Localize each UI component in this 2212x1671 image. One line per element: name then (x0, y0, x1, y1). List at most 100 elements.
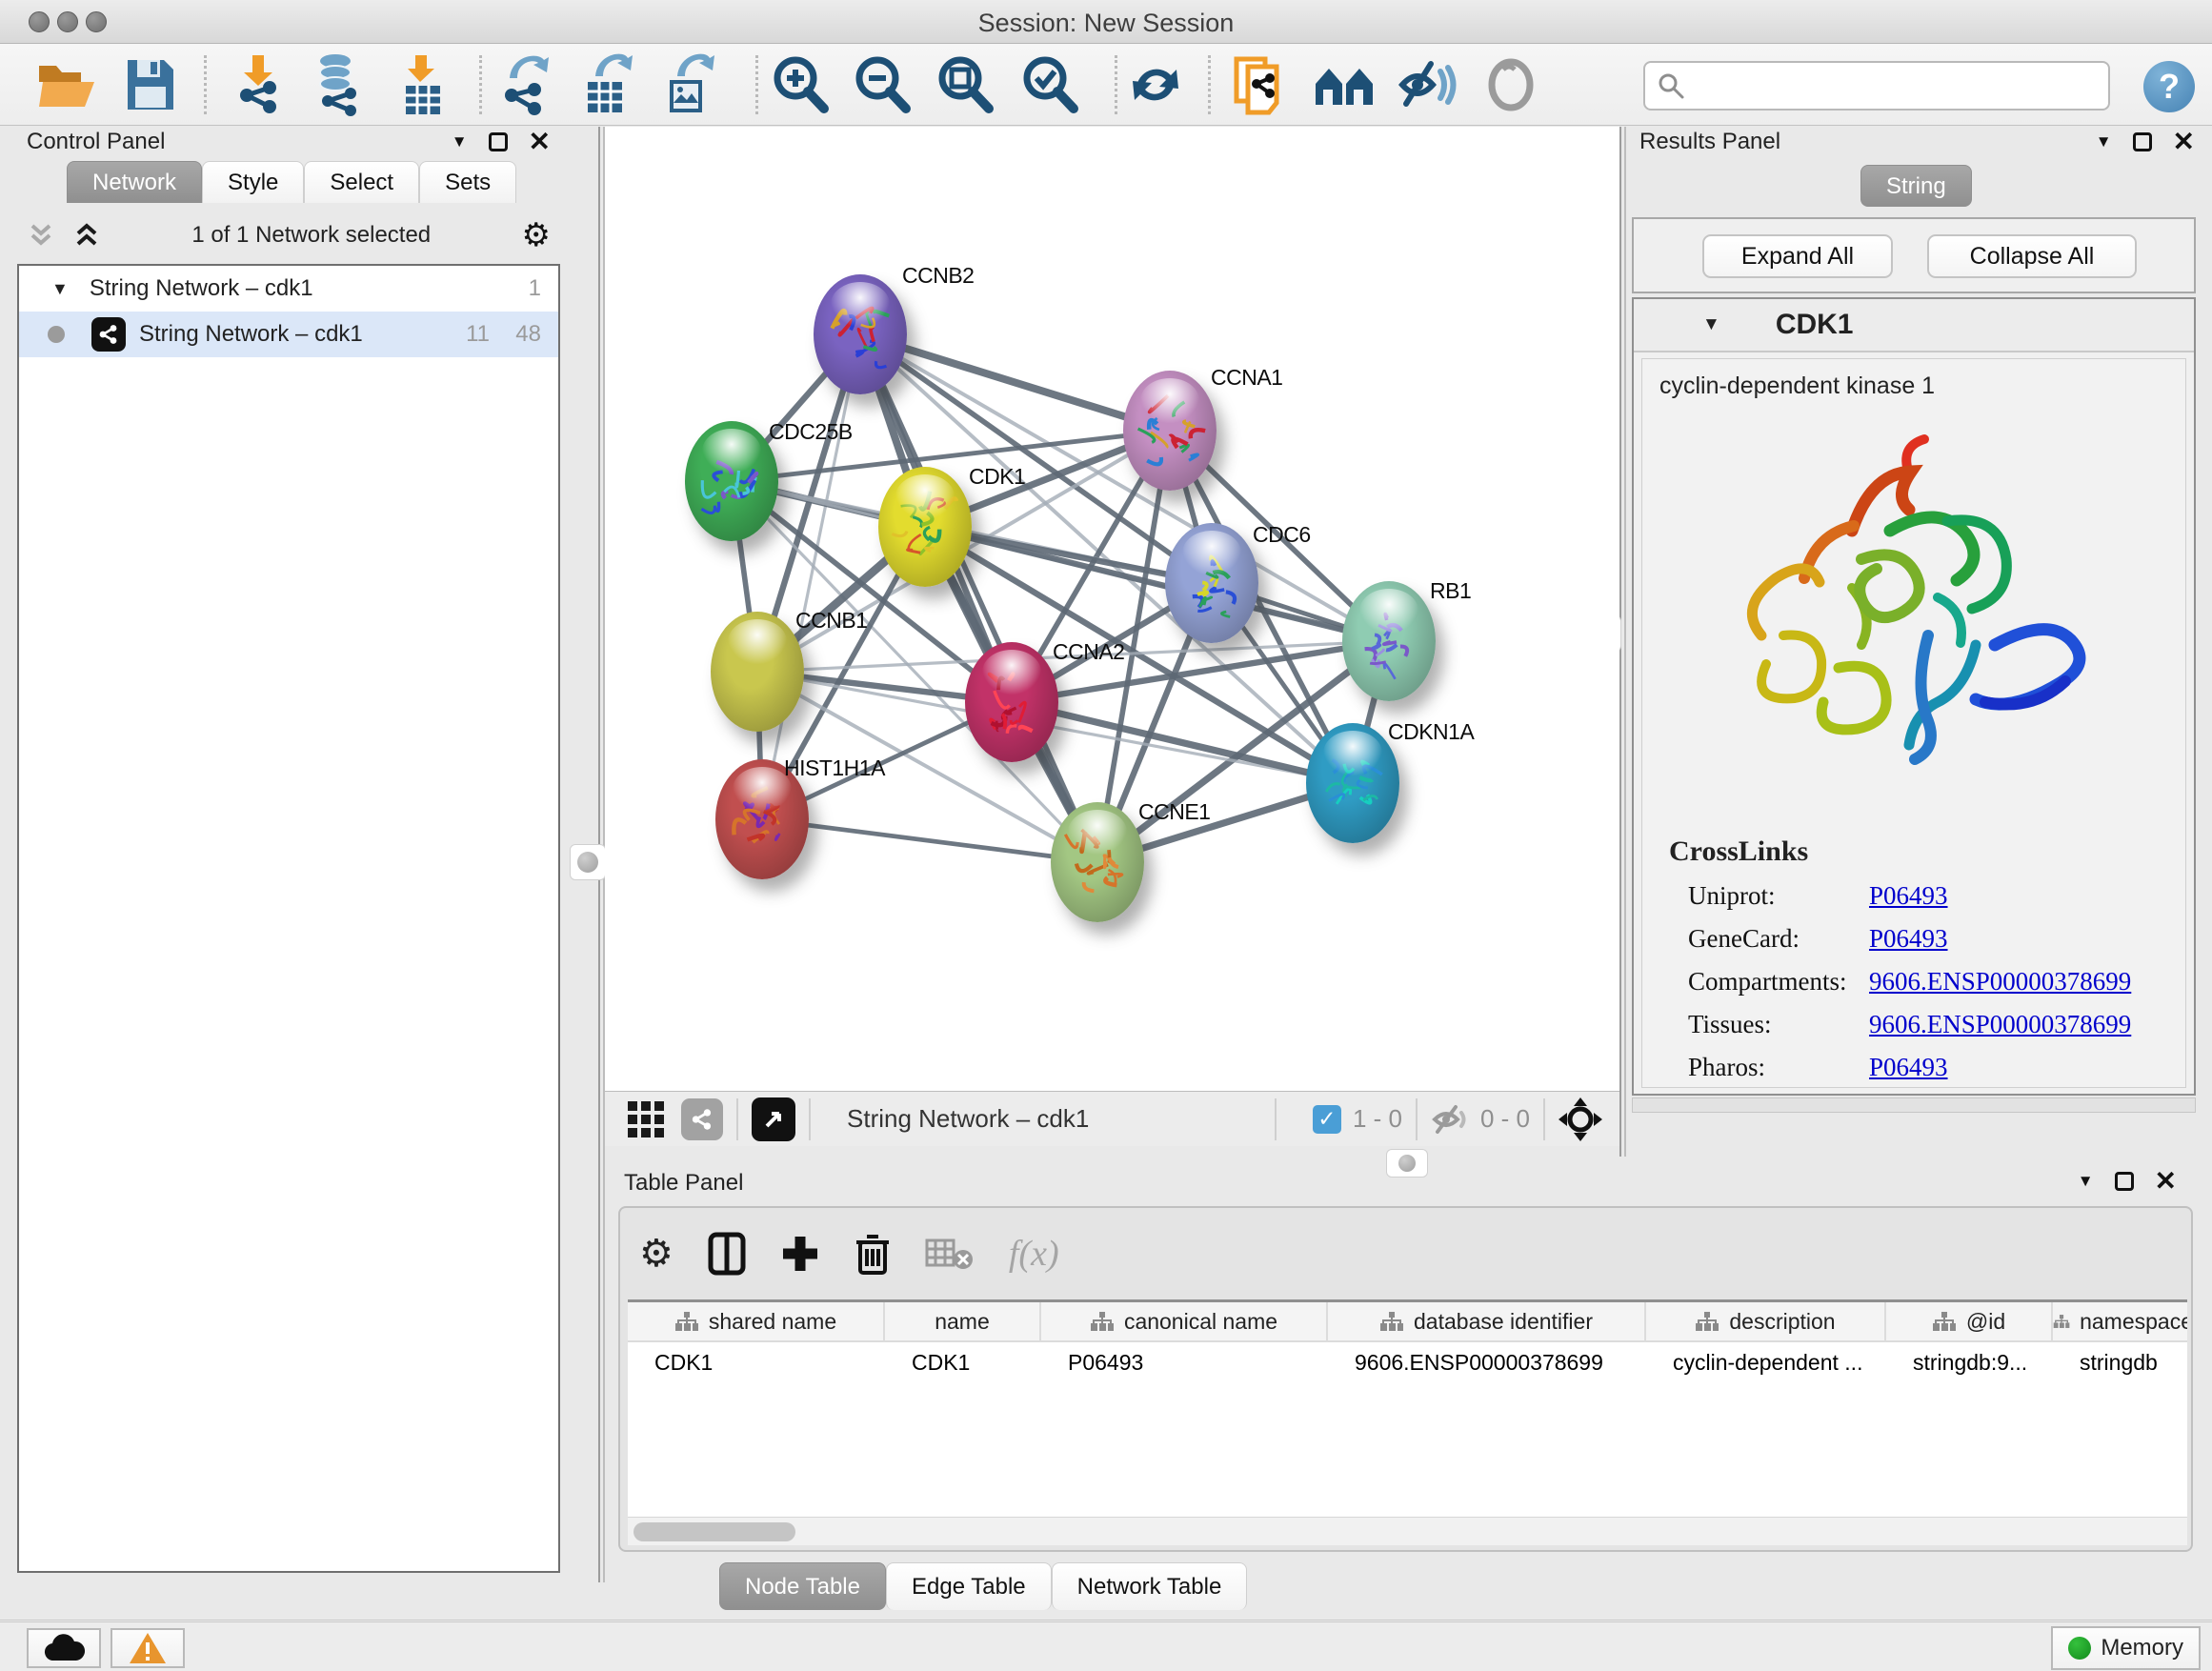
float-panel-icon[interactable] (2133, 132, 2152, 151)
network-node-CCNB2[interactable] (814, 274, 907, 394)
gene-expand-icon[interactable]: ▼ (1702, 314, 1720, 335)
table-cell[interactable]: CDK1 (885, 1342, 1041, 1382)
network-node-CCNE1[interactable] (1051, 802, 1144, 922)
share-view-icon[interactable] (681, 1098, 723, 1140)
column-header-description[interactable]: description (1646, 1302, 1886, 1340)
function-builder-icon[interactable]: f(x) (1009, 1233, 1059, 1275)
network-row[interactable]: String Network – cdk1 11 48 (19, 312, 558, 357)
cloud-button[interactable] (27, 1628, 101, 1668)
close-panel-icon[interactable]: ✕ (2155, 1172, 2177, 1191)
table-settings-gear-icon[interactable]: ⚙ (639, 1232, 674, 1276)
column-header-shared-name[interactable]: shared name (628, 1302, 885, 1340)
crosslink-link[interactable]: P06493 (1869, 881, 1948, 911)
gene-header[interactable]: ▼ CDK1 (1634, 299, 2194, 352)
crosslink-link[interactable]: 9606.ENSP00000378699 (1869, 1010, 2131, 1039)
tab-network-table[interactable]: Network Table (1052, 1562, 1248, 1610)
search-field[interactable] (1643, 61, 2110, 111)
network-node-CDKN1A[interactable] (1306, 723, 1399, 843)
zoom-fit-button[interactable] (931, 50, 999, 119)
column-header-name[interactable]: name (885, 1302, 1041, 1340)
float-panel-icon[interactable] (2115, 1172, 2134, 1191)
column-header-database-identifier[interactable]: database identifier (1328, 1302, 1646, 1340)
table-cell[interactable]: stringdb (2053, 1342, 2187, 1382)
collection-expand-icon[interactable]: ▼ (51, 279, 69, 299)
tab-sets[interactable]: Sets (419, 161, 516, 203)
table-cell[interactable]: 9606.ENSP00000378699 (1328, 1342, 1646, 1382)
tab-style[interactable]: Style (202, 161, 304, 203)
collapse-all-icon[interactable] (27, 223, 55, 248)
import-network-database-button[interactable] (304, 50, 372, 119)
search-input[interactable] (1685, 72, 2085, 99)
network-view-canvas[interactable]: CCNB2CCNA1CDC25BCDK1CDC6RB1CCNB1CCNA2CDK… (605, 127, 1619, 1091)
crosslink-link[interactable]: P06493 (1869, 1053, 1948, 1082)
network-node-CCNA1[interactable] (1123, 371, 1217, 491)
hidden-eye-icon[interactable] (1431, 1103, 1469, 1136)
zoom-out-button[interactable] (848, 50, 916, 119)
panel-menu-icon[interactable]: ▼ (2096, 132, 2112, 151)
export-image-button[interactable] (654, 50, 723, 119)
delete-table-icon[interactable] (925, 1237, 975, 1271)
network-collection-row[interactable]: ▼ String Network – cdk1 1 (19, 266, 558, 312)
tab-node-table[interactable]: Node Table (719, 1562, 886, 1610)
open-session-button[interactable] (32, 50, 101, 119)
left-splitter-handle[interactable] (570, 844, 606, 880)
export-network-button[interactable] (491, 50, 559, 119)
add-column-icon[interactable] (780, 1234, 820, 1274)
show-all-button[interactable] (1477, 50, 1545, 119)
network-edge-CCNE1-HIST1H1A[interactable] (762, 819, 1097, 862)
zoom-selected-button[interactable] (1016, 50, 1084, 119)
column-header--id[interactable]: @id (1886, 1302, 2053, 1340)
float-panel-icon[interactable] (489, 132, 508, 151)
hide-selected-button[interactable] (1394, 50, 1462, 119)
panel-menu-icon[interactable]: ▼ (452, 132, 468, 151)
table-horizontal-scrollbar[interactable] (628, 1517, 2187, 1545)
crosslink-link[interactable]: 9606.ENSP00000378699 (1869, 967, 2131, 997)
scrollbar-thumb[interactable] (633, 1522, 795, 1541)
column-header-namespace[interactable]: namespace (2053, 1302, 2187, 1340)
table-cell[interactable]: CDK1 (628, 1342, 885, 1382)
selected-checkbox-icon[interactable]: ✓ (1313, 1105, 1341, 1134)
column-header-canonical-name[interactable]: canonical name (1041, 1302, 1328, 1340)
expand-all-icon[interactable] (72, 223, 101, 248)
network-edge-CCNB2-HIST1H1A[interactable] (762, 334, 860, 819)
collapse-all-button[interactable]: Collapse All (1927, 234, 2137, 278)
zoom-in-button[interactable] (766, 50, 835, 119)
warning-button[interactable] (111, 1628, 185, 1668)
delete-column-icon[interactable] (855, 1231, 891, 1277)
export-table-button[interactable] (573, 50, 641, 119)
close-panel-icon[interactable]: ✕ (529, 132, 551, 151)
tab-network[interactable]: Network (67, 161, 202, 203)
tab-edge-table[interactable]: Edge Table (886, 1562, 1052, 1610)
clone-network-button[interactable] (1225, 50, 1294, 119)
import-table-button[interactable] (389, 50, 457, 119)
refresh-button[interactable] (1121, 50, 1190, 119)
show-columns-icon[interactable] (708, 1232, 746, 1276)
fit-content-icon[interactable] (1558, 1097, 1602, 1141)
network-options-gear-icon[interactable]: ⚙ (522, 216, 551, 254)
network-node-CCNB1[interactable] (711, 612, 804, 732)
network-node-CDC6[interactable] (1165, 523, 1258, 643)
expand-all-button[interactable]: Expand All (1702, 234, 1893, 278)
table-cell[interactable]: cyclin-dependent ... (1646, 1342, 1886, 1382)
crosslink-link[interactable]: P06493 (1869, 924, 1948, 954)
first-neighbors-button[interactable] (1310, 50, 1378, 119)
table-cell[interactable]: P06493 (1041, 1342, 1328, 1382)
memory-button[interactable]: Memory (2051, 1626, 2201, 1670)
network-node-CDK1[interactable] (878, 467, 972, 587)
network-node-CCNA2[interactable] (965, 642, 1058, 762)
tab-select[interactable]: Select (304, 161, 419, 203)
save-session-button[interactable] (116, 50, 185, 119)
network-node-RB1[interactable] (1342, 581, 1436, 701)
table-cell[interactable]: stringdb:9... (1886, 1342, 2053, 1382)
results-scrollbar[interactable] (1632, 1097, 2196, 1113)
network-node-CDC25B[interactable] (685, 421, 778, 541)
import-network-button[interactable] (224, 50, 292, 119)
grid-view-icon[interactable] (626, 1099, 666, 1139)
tab-string[interactable]: String (1860, 165, 1972, 207)
close-panel-icon[interactable]: ✕ (2173, 132, 2195, 151)
birdseye-view-icon[interactable] (752, 1097, 795, 1141)
table-row[interactable]: CDK1CDK1P064939606.ENSP00000378699cyclin… (628, 1342, 2187, 1382)
panel-menu-icon[interactable]: ▼ (2078, 1172, 2094, 1191)
network-edge-CCNB2-CCNE1[interactable] (860, 334, 1097, 862)
help-button[interactable]: ? (2143, 61, 2195, 112)
